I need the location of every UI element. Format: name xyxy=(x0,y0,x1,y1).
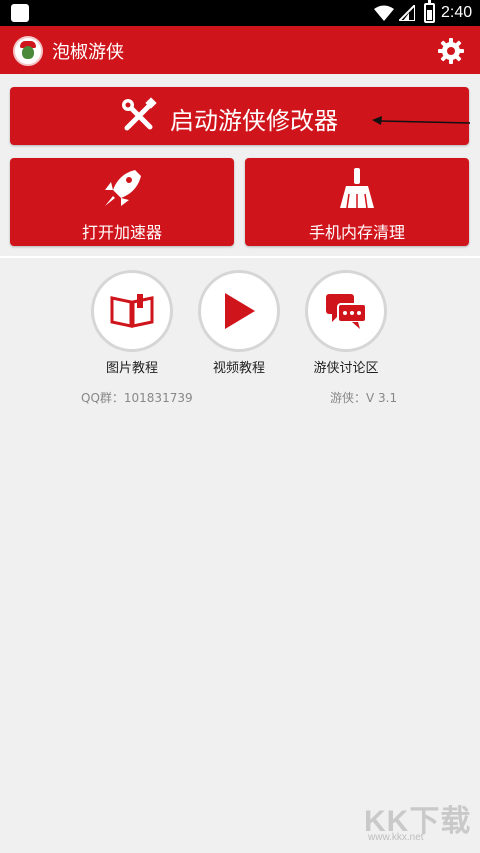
watermark-url: www.kkx.net xyxy=(368,832,424,843)
video-tutorial-circle[interactable] xyxy=(198,270,280,352)
memory-cleanup-label: 手机内存清理 xyxy=(308,223,405,242)
app-bar: 泡椒游侠 xyxy=(0,26,480,74)
open-accelerator-label: 打开加速器 xyxy=(81,223,162,242)
video-tutorial-label: 视频教程 xyxy=(212,361,265,376)
play-icon xyxy=(225,293,255,329)
forum-link[interactable]: 游侠讨论区 xyxy=(301,270,391,376)
divider xyxy=(0,256,480,258)
cellular-icon xyxy=(399,5,415,21)
video-tutorial-link[interactable]: 视频教程 xyxy=(194,270,284,376)
open-accelerator-button[interactable]: 打开加速器 xyxy=(10,158,234,246)
picture-tutorial-circle[interactable] xyxy=(91,270,173,352)
wrench-screwdriver-icon xyxy=(122,97,157,131)
wifi-icon xyxy=(374,5,394,21)
version-text: 游侠：V 3.1 xyxy=(330,391,398,405)
picture-tutorial-label: 图片教程 xyxy=(105,361,158,376)
arrow-annotation xyxy=(372,116,470,125)
book-icon xyxy=(110,294,154,328)
qq-group-text: QQ群：101831739 xyxy=(81,391,193,405)
app-title: 泡椒游侠 xyxy=(52,42,124,63)
app-logo-icon xyxy=(13,36,43,66)
broom-icon xyxy=(340,168,374,209)
forum-circle[interactable] xyxy=(305,270,387,352)
launch-modifier-label: 启动游侠修改器 xyxy=(170,107,338,135)
chat-bubbles-icon xyxy=(326,294,367,329)
forum-label: 游侠讨论区 xyxy=(313,361,379,376)
status-time: 2:40 xyxy=(441,4,473,21)
memory-cleanup-button[interactable]: 手机内存清理 xyxy=(245,158,469,246)
status-bar: 2:40 xyxy=(0,0,480,26)
watermark-logo: KK下载 www.kkx.net xyxy=(364,796,480,853)
gear-icon[interactable] xyxy=(437,37,465,65)
battery-icon xyxy=(424,0,435,23)
rocket-icon xyxy=(105,170,141,206)
picture-tutorial-link[interactable]: 图片教程 xyxy=(87,270,177,376)
notification-icon xyxy=(11,4,29,22)
